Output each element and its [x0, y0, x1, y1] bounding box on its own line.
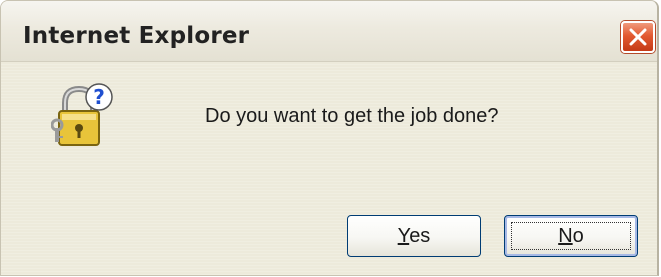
- title-bar[interactable]: Internet Explorer: [1, 1, 657, 62]
- no-button-label: o: [572, 225, 584, 247]
- close-icon: [629, 28, 647, 46]
- lock-question-icon: ?: [51, 83, 113, 146]
- dialog-message: Do you want to get the job done?: [205, 105, 499, 127]
- no-button-accelerator: N: [558, 225, 573, 247]
- message-dialog: Internet Explorer ? Do you want to get t…: [0, 0, 659, 276]
- yes-button[interactable]: Yes: [347, 215, 481, 257]
- svg-text:?: ?: [93, 85, 105, 109]
- window-title: Internet Explorer: [23, 23, 250, 49]
- close-button[interactable]: [621, 21, 655, 53]
- no-button[interactable]: No: [504, 215, 638, 257]
- yes-button-accelerator: Y: [397, 225, 410, 247]
- yes-button-label: es: [409, 225, 431, 247]
